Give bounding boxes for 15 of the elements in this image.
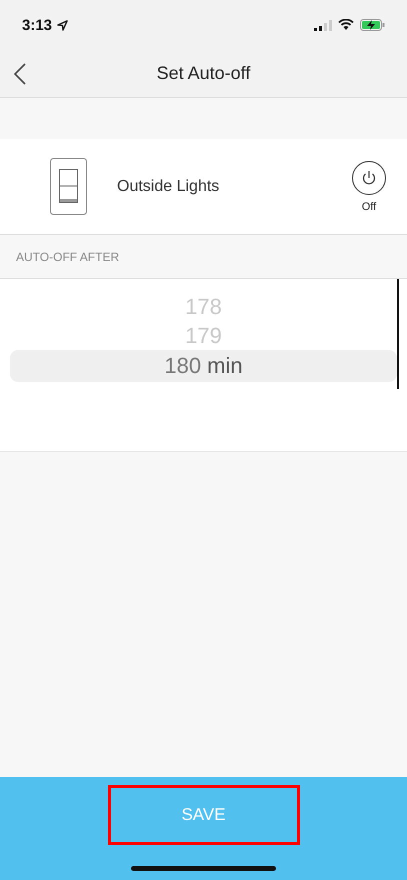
- screen-title: Set Auto-off: [156, 63, 250, 84]
- power-icon: [361, 170, 377, 186]
- battery-charging-icon: [360, 19, 385, 31]
- status-time: 3:13: [22, 16, 68, 34]
- device-name: Outside Lights: [117, 178, 220, 196]
- power-button[interactable]: [352, 160, 386, 194]
- back-chevron-icon: [14, 63, 26, 85]
- light-switch-icon: [50, 158, 87, 215]
- save-button[interactable]: SAVE: [108, 785, 300, 845]
- signal-icon: [314, 20, 332, 30]
- picker-option[interactable]: 180 min: [10, 350, 397, 382]
- location-arrow-icon: [57, 20, 68, 30]
- section-header: AUTO-OFF AFTER: [16, 250, 120, 264]
- wifi-icon: [338, 19, 354, 31]
- power-state-label: Off: [362, 200, 376, 212]
